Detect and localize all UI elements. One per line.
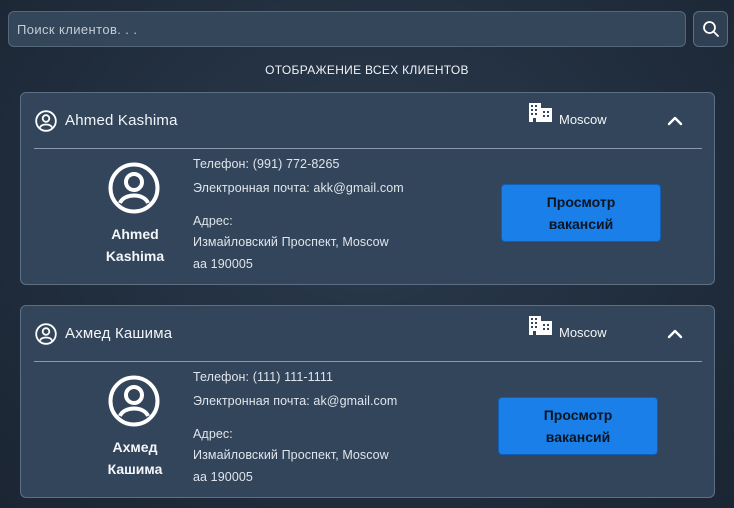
client-card: Ахмед Кашима Moscow Ахмед Кашима Телефон… <box>20 305 715 498</box>
view-vacancies-button[interactable]: Просмотр вакансий <box>501 184 661 242</box>
view-vacancies-label-line1: Просмотр <box>543 407 613 423</box>
client-email: Электронная почта: ak@gmail.com <box>193 394 398 408</box>
chevron-up-icon[interactable] <box>664 110 686 132</box>
user-circle-icon <box>35 110 57 132</box>
buildings-icon <box>529 316 552 335</box>
chevron-up-icon[interactable] <box>664 323 686 345</box>
user-circle-icon <box>35 323 57 345</box>
client-address-line2: aa 190005 <box>193 470 253 484</box>
client-phone: Телефон: (111) 111-1111 <box>193 370 334 384</box>
view-vacancies-label-line2: вакансий <box>545 429 611 445</box>
client-name: Ahmed Kashima <box>65 112 178 129</box>
user-circle-icon <box>108 375 160 427</box>
client-card-header: Ахмед Кашима Moscow <box>21 306 714 362</box>
divider <box>34 361 702 362</box>
client-full-name: Ахмед Кашима <box>85 436 185 480</box>
client-address-line2: aa 190005 <box>193 257 253 271</box>
client-city: Moscow <box>559 325 607 340</box>
search-bar <box>8 11 728 47</box>
search-button[interactable] <box>693 11 728 47</box>
client-phone: Телефон: (991) 772-8265 <box>193 157 340 171</box>
client-address-label: Адрес: <box>193 214 233 228</box>
client-email: Электронная почта: akk@gmail.com <box>193 181 404 195</box>
user-circle-icon <box>108 162 160 214</box>
search-input[interactable] <box>8 11 686 47</box>
search-icon <box>702 21 719 37</box>
client-city: Moscow <box>559 112 607 127</box>
client-first-name: Ahmed <box>111 226 159 242</box>
page-title: ОТОБРАЖЕНИЕ ВСЕХ КЛИЕНТОВ <box>265 63 469 77</box>
buildings-icon <box>529 103 552 122</box>
client-address-line1: Измайловский Проспект, Moscow <box>193 235 389 249</box>
client-last-name: Kashima <box>105 248 165 264</box>
client-card: Ahmed Kashima Moscow Ahmed Kashima Телеф… <box>20 92 715 285</box>
client-name: Ахмед Кашима <box>65 325 173 342</box>
client-full-name: Ahmed Kashima <box>85 223 185 267</box>
view-vacancies-label-line1: Просмотр <box>546 194 616 210</box>
client-first-name: Ахмед <box>112 439 158 455</box>
client-address-line1: Измайловский Проспект, Moscow <box>193 448 389 462</box>
client-last-name: Кашима <box>107 461 163 477</box>
divider <box>34 148 702 149</box>
client-address-label: Адрес: <box>193 427 233 441</box>
client-card-header: Ahmed Kashima Moscow <box>21 93 714 149</box>
view-vacancies-label-line2: вакансий <box>548 216 614 232</box>
view-vacancies-button[interactable]: Просмотр вакансий <box>498 397 658 455</box>
